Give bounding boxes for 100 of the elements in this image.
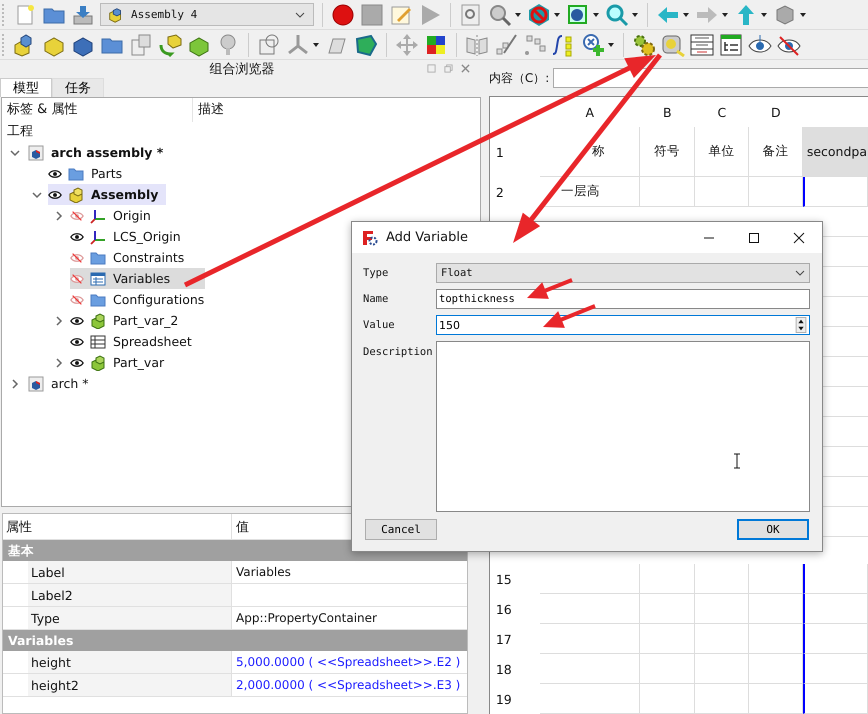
- property-value[interactable]: Variables: [236, 565, 291, 579]
- stop-icon[interactable]: [360, 2, 384, 26]
- table-cell[interactable]: 单位: [694, 127, 749, 177]
- column-header[interactable]: C: [694, 97, 749, 127]
- close-icon[interactable]: [793, 232, 805, 244]
- tree-item[interactable]: LCS_Origin: [70, 226, 216, 247]
- table-cell[interactable]: [748, 564, 803, 594]
- column-header[interactable]: 标签 & 属性: [2, 98, 193, 122]
- table-cell[interactable]: [694, 654, 749, 684]
- tree-item[interactable]: Constraints: [70, 247, 220, 268]
- mirror-icon[interactable]: [465, 32, 489, 56]
- table-cell[interactable]: [640, 594, 695, 624]
- caret-icon[interactable]: [312, 40, 320, 48]
- table-cell[interactable]: secondpa: [802, 127, 868, 177]
- square-circle-icon[interactable]: [257, 32, 281, 56]
- table-cell[interactable]: [540, 594, 640, 624]
- tree-item[interactable]: arch *: [26, 373, 124, 394]
- spin-buttons-icon[interactable]: [795, 317, 807, 333]
- expanded-chevron-icon[interactable]: [10, 148, 20, 158]
- table-cell[interactable]: [802, 564, 868, 594]
- record-icon[interactable]: [331, 2, 355, 26]
- column-header[interactable]: D: [748, 97, 803, 127]
- column-header[interactable]: 值: [232, 518, 249, 536]
- content-field[interactable]: [553, 68, 868, 88]
- collapsed-chevron-icon[interactable]: [54, 210, 64, 220]
- tree-item[interactable]: Part_var_2: [70, 310, 214, 331]
- eye-icon[interactable]: [48, 190, 62, 200]
- caret-icon[interactable]: [553, 10, 561, 18]
- line-array-icon[interactable]: [494, 32, 518, 56]
- table-cell[interactable]: [694, 594, 749, 624]
- collapsed-chevron-icon[interactable]: [54, 358, 64, 368]
- name-field[interactable]: topthickness: [436, 289, 810, 309]
- eye-crossed-icon[interactable]: [70, 294, 84, 304]
- dialog-button[interactable]: OK: [737, 519, 809, 540]
- tab[interactable]: 模型: [0, 78, 52, 97]
- cube-select-icon[interactable]: [566, 2, 590, 26]
- table-cell[interactable]: [640, 624, 695, 654]
- table-cell[interactable]: [802, 624, 868, 654]
- table-cell[interactable]: [694, 564, 749, 594]
- document-dropdown[interactable]: Assembly 4: [100, 3, 314, 26]
- table-cell[interactable]: [640, 684, 695, 714]
- eye-icon[interactable]: [48, 168, 62, 178]
- collapsed-chevron-icon[interactable]: [10, 378, 20, 388]
- caret-icon[interactable]: [592, 10, 600, 18]
- expanded-chevron-icon[interactable]: [32, 190, 42, 200]
- property-value[interactable]: 2,000.0000 ( <<Spreadsheet>>.E3 ): [236, 678, 460, 692]
- eye-icon[interactable]: [70, 316, 84, 326]
- dialog-button[interactable]: Cancel: [365, 519, 437, 540]
- description-field[interactable]: [436, 341, 810, 512]
- tape-measure-icon[interactable]: [661, 32, 685, 56]
- tab[interactable]: 任务: [52, 78, 104, 97]
- value-field[interactable]: 150: [436, 315, 810, 335]
- tree-item[interactable]: Parts: [48, 163, 158, 184]
- swap-icon[interactable]: [158, 32, 182, 56]
- eye-crossed-icon[interactable]: [70, 252, 84, 262]
- caret-icon[interactable]: [607, 40, 615, 48]
- table-cell[interactable]: [540, 564, 640, 594]
- tree-item[interactable]: Origin: [70, 205, 186, 226]
- tree-item[interactable]: Variables: [70, 268, 206, 289]
- table-cell[interactable]: [748, 594, 803, 624]
- table-cell[interactable]: [802, 654, 868, 684]
- column-header[interactable]: A: [540, 97, 640, 127]
- caret-icon[interactable]: [682, 10, 690, 18]
- property-value[interactable]: 5,000.0000 ( <<Spreadsheet>>.E2 ): [236, 655, 460, 669]
- tree-item[interactable]: Spreadsheet: [70, 331, 227, 352]
- table-cell[interactable]: [540, 624, 640, 654]
- tree-item[interactable]: Configurations: [70, 289, 240, 310]
- tree-item[interactable]: Assembly: [48, 184, 166, 205]
- table-cell[interactable]: [748, 624, 803, 654]
- caret-icon[interactable]: [721, 10, 729, 18]
- parts-list-icon[interactable]: [690, 32, 714, 56]
- column-header[interactable]: 属性: [3, 514, 232, 539]
- maximize-icon[interactable]: [748, 232, 760, 244]
- eye-icon[interactable]: [70, 336, 84, 346]
- type-dropdown[interactable]: Float: [436, 263, 810, 283]
- table-cell[interactable]: [694, 684, 749, 714]
- table-cell[interactable]: [802, 684, 868, 714]
- table-cell[interactable]: [640, 564, 695, 594]
- copy-icon[interactable]: [129, 32, 153, 56]
- table-cell[interactable]: [640, 654, 695, 684]
- tree-list-icon[interactable]: [719, 32, 743, 56]
- eye-icon[interactable]: [70, 232, 84, 242]
- gear-icon[interactable]: [632, 32, 656, 56]
- table-cell[interactable]: [540, 684, 640, 714]
- table-cell[interactable]: 称: [540, 127, 640, 177]
- tree-item[interactable]: arch assembly *: [26, 142, 198, 163]
- eye-crossed-icon[interactable]: [70, 274, 84, 284]
- tree-item[interactable]: Part_var: [70, 352, 200, 373]
- eye-icon[interactable]: [70, 358, 84, 368]
- caret-icon[interactable]: [799, 10, 807, 18]
- table-cell[interactable]: [802, 594, 868, 624]
- sketch-shape-icon[interactable]: [354, 32, 378, 56]
- column-header[interactable]: B: [640, 97, 695, 127]
- caret-icon[interactable]: [760, 10, 768, 18]
- polar-array-icon[interactable]: [523, 32, 547, 56]
- collapsed-chevron-icon[interactable]: [54, 316, 64, 326]
- caret-icon[interactable]: [514, 10, 522, 18]
- magnifier-icon[interactable]: [488, 2, 512, 26]
- table-cell[interactable]: 符号: [640, 127, 695, 177]
- no-entry-icon[interactable]: [527, 2, 551, 26]
